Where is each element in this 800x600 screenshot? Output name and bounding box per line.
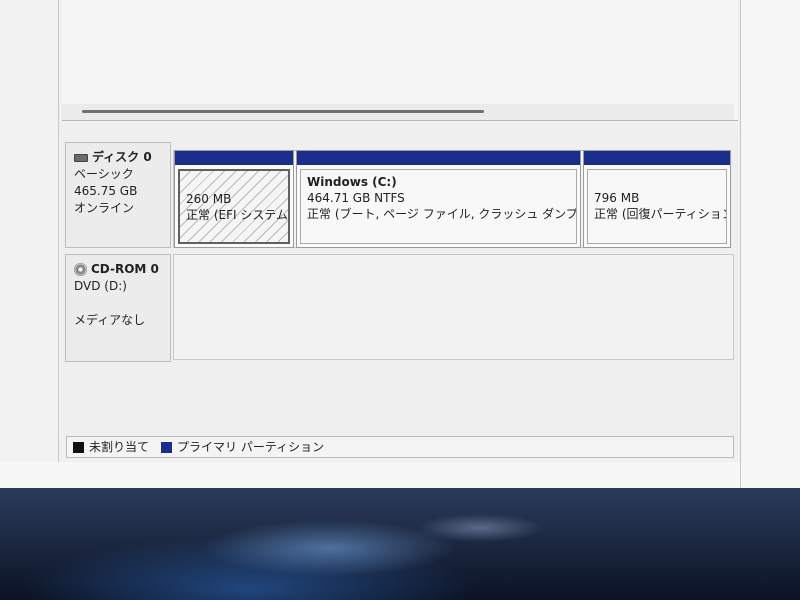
partition-strip: 260 MB 正常 (EFI システム パ Windows (C:) 464.7… — [173, 150, 731, 248]
legend-label: プライマリ パーティション — [177, 440, 325, 454]
partition-title: Windows (C:) — [307, 175, 397, 189]
volume-list-pane — [62, 0, 738, 121]
disk-status: メディアなし — [74, 313, 146, 327]
primary-partition-swatch — [161, 441, 173, 453]
partition-size: 796 MB — [594, 191, 640, 205]
desktop-wallpaper — [0, 488, 800, 600]
disk-type: ベーシック — [74, 167, 134, 181]
partition-status: 正常 (EFI システム パ — [186, 208, 288, 222]
partition-efi[interactable]: 260 MB 正常 (EFI システム パ — [174, 150, 294, 248]
disk-size: 465.75 GB — [74, 184, 138, 198]
legend-unallocated: 未割り当て — [73, 437, 149, 457]
partition-windows-c[interactable]: Windows (C:) 464.71 GB NTFS 正常 (ブート, ページ… — [296, 150, 581, 248]
cdrom-empty-area — [173, 254, 734, 360]
partition-recovery[interactable]: 796 MB 正常 (回復パーティション — [583, 150, 731, 248]
disk-status: オンライン — [74, 201, 135, 215]
partition-status: 正常 (ブート, ページ ファイル, クラッシュ ダンプ, ベーシ — [307, 207, 577, 221]
disk-row-disk0[interactable]: ディスク 0 ベーシック 465.75 GB オンライン 260 MB 正常 (… — [62, 142, 734, 248]
disk-type: DVD (D:) — [74, 279, 127, 293]
cd-rom-icon — [74, 263, 87, 276]
disk-row-cdrom0[interactable]: CD-ROM 0 DVD (D:) メディアなし — [62, 254, 734, 362]
partition-size: 464.71 GB NTFS — [307, 191, 405, 205]
disk-management-window: ディスク 0 ベーシック 465.75 GB オンライン 260 MB 正常 (… — [0, 0, 800, 488]
legend-bar: 未割り当て プライマリ パーティション — [66, 436, 734, 458]
status-area — [0, 462, 740, 488]
disk-label-disk0[interactable]: ディスク 0 ベーシック 465.75 GB オンライン — [65, 142, 171, 248]
partition-size: 260 MB — [186, 192, 232, 206]
partition-status: 正常 (回復パーティション — [594, 207, 727, 221]
disk-name: ディスク 0 — [92, 150, 152, 164]
partition-bar — [297, 151, 580, 165]
horizontal-scrollbar[interactable] — [62, 104, 734, 120]
left-pane — [0, 0, 59, 462]
scrollbar-thumb[interactable] — [82, 110, 484, 113]
hard-drive-icon — [74, 153, 88, 162]
disk-graphical-pane: ディスク 0 ベーシック 465.75 GB オンライン 260 MB 正常 (… — [62, 134, 738, 436]
partition-bar — [175, 151, 293, 165]
right-pane — [740, 0, 800, 488]
disk-name: CD-ROM 0 — [91, 262, 159, 276]
legend-label: 未割り当て — [89, 440, 150, 454]
unallocated-swatch — [73, 441, 84, 453]
legend-primary-partition: プライマリ パーティション — [161, 437, 324, 457]
disk-label-cdrom0[interactable]: CD-ROM 0 DVD (D:) メディアなし — [65, 254, 171, 362]
partition-bar — [584, 151, 730, 165]
